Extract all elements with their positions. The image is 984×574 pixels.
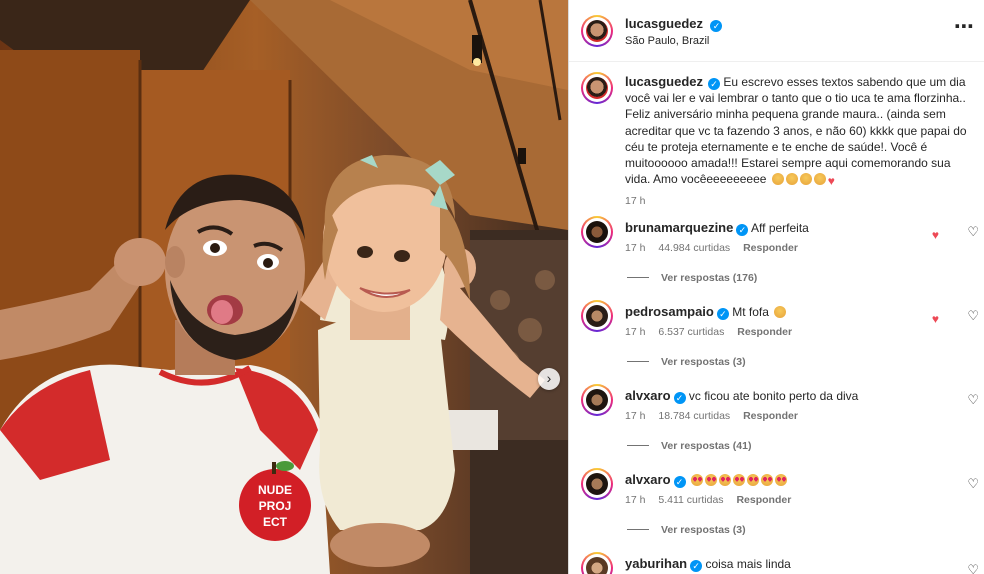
comment-likes[interactable]: 6.537 curtidas xyxy=(658,326,724,338)
like-comment-heart-icon[interactable]: ♡ xyxy=(967,392,979,408)
heart-eyes-icon xyxy=(704,474,717,486)
comment-text: coisa mais linda xyxy=(705,557,791,571)
comment-likes[interactable]: 5.411 curtidas xyxy=(658,494,723,506)
heart-eyes-icon xyxy=(690,474,703,486)
comment-body: pedrosampaio ✓ Mt fofa ♥ xyxy=(625,304,945,326)
comment-username[interactable]: pedrosampaio xyxy=(625,304,714,319)
author-username[interactable]: lucasguedez xyxy=(625,16,703,31)
view-replies-button[interactable]: Ver respostas (176) xyxy=(627,272,757,284)
heart-eyes-icon xyxy=(732,474,745,486)
post-location[interactable]: São Paulo, Brazil xyxy=(625,35,709,47)
reply-button[interactable]: Responder xyxy=(737,326,792,338)
comment-time: 17 h xyxy=(625,494,646,506)
view-replies-label: Ver respostas (3) xyxy=(661,356,746,368)
comment-text: Mt fofa xyxy=(732,305,769,319)
comment-text: Aff perfeita xyxy=(751,221,809,235)
teary-face-icon xyxy=(799,173,812,186)
comment-avatar[interactable] xyxy=(581,552,613,574)
comment-meta: 17 h 44.984 curtidas Responder xyxy=(625,242,808,254)
comment-item: alvxaro ✓ vc ficou ate bonito perto da di… xyxy=(569,384,984,468)
comment-time: 17 h xyxy=(625,410,646,422)
replies-divider xyxy=(627,277,649,278)
comment-meta: 17 h 5.411 curtidas Responder xyxy=(625,494,801,506)
comment-item: alvxaro ✓ 17 h 5.411 curtidas Responder ♡… xyxy=(569,468,984,552)
heart-eyes-icon xyxy=(774,474,787,486)
comment-body: alvxaro ✓ vc ficou ate bonito perto da di… xyxy=(625,388,945,404)
pink-heart-icon: ♥ xyxy=(931,312,939,326)
comment-meta: 17 h 18.784 curtidas Responder xyxy=(625,410,808,422)
caption-username[interactable]: lucasguedez xyxy=(625,74,703,89)
view-replies-button[interactable]: Ver respostas (3) xyxy=(627,524,746,536)
shirt-print-line-3: ECT xyxy=(263,515,288,529)
comment-likes[interactable]: 18.784 curtidas xyxy=(658,410,730,422)
verified-badge-icon: ✓ xyxy=(673,476,686,488)
verified-badge-icon: ✓ xyxy=(690,560,703,572)
pink-heart-icon: ♥ xyxy=(827,174,835,189)
comment-body: brunamarquezine ✓ Aff perfeita ♥ xyxy=(625,220,945,242)
reply-button[interactable]: Responder xyxy=(736,494,791,506)
comment-body: alvxaro ✓ xyxy=(625,472,945,488)
heart-eyes-icon xyxy=(718,474,731,486)
comment-avatar[interactable] xyxy=(581,300,613,332)
heart-eyes-icon xyxy=(760,474,773,486)
comment-time: 17 h xyxy=(625,242,646,254)
photo-illustration: NUDE PROJ ECT xyxy=(0,0,568,574)
replies-divider xyxy=(627,361,649,362)
teary-face-icon xyxy=(813,173,826,186)
comment-item: pedrosampaio ✓ Mt fofa ♥ 17 h 6.537 curti… xyxy=(569,300,984,384)
comment-item: brunamarquezine ✓ Aff perfeita ♥ 17 h 44.… xyxy=(569,216,984,300)
verified-badge-icon: ✓ xyxy=(710,20,723,32)
verified-badge-icon: ✓ xyxy=(708,78,721,90)
like-comment-heart-icon[interactable]: ♡ xyxy=(967,224,979,240)
comment-likes[interactable]: 44.984 curtidas xyxy=(658,242,730,254)
verified-badge-icon: ✓ xyxy=(716,308,729,320)
comment-avatar[interactable] xyxy=(581,216,613,248)
shirt-print-line-1: NUDE xyxy=(258,483,292,497)
view-replies-button[interactable]: Ver respostas (41) xyxy=(627,440,751,452)
post-photo: NUDE PROJ ECT › xyxy=(0,0,568,574)
comment-username[interactable]: yaburihan xyxy=(625,556,687,571)
comment-item: yaburihan ✓ coisa mais linda ♡ xyxy=(569,552,984,574)
caption-avatar[interactable] xyxy=(581,72,613,104)
author-name-row: lucasguedez ✓ xyxy=(625,15,723,33)
carousel-next-button[interactable]: › xyxy=(538,368,560,390)
view-replies-label: Ver respostas (176) xyxy=(661,272,758,284)
view-replies-button[interactable]: Ver respostas (3) xyxy=(627,356,746,368)
teary-face-icon xyxy=(785,173,798,186)
replies-divider xyxy=(627,445,649,446)
pink-heart-icon: ♥ xyxy=(931,228,939,242)
heart-eyes-icon xyxy=(746,474,759,486)
verified-badge-icon: ✓ xyxy=(736,224,749,236)
replies-divider xyxy=(627,529,649,530)
post-header: lucasguedez ✓ São Paulo, Brazil ⋯ xyxy=(569,0,984,62)
view-replies-label: Ver respostas (3) xyxy=(661,524,746,536)
like-comment-heart-icon[interactable]: ♡ xyxy=(967,476,979,492)
caption-time: 17 h xyxy=(625,195,646,208)
comment-username[interactable]: brunamarquezine xyxy=(625,220,733,235)
reply-button[interactable]: Responder xyxy=(743,410,798,422)
comment-time: 17 h xyxy=(625,326,646,338)
comment-body: yaburihan ✓ coisa mais linda xyxy=(625,556,945,572)
like-comment-heart-icon[interactable]: ♡ xyxy=(967,562,979,574)
like-comment-heart-icon[interactable]: ♡ xyxy=(967,308,979,324)
teary-face-icon xyxy=(771,173,784,186)
author-avatar[interactable] xyxy=(581,15,613,47)
comment-avatar[interactable] xyxy=(581,468,613,500)
teary-face-icon xyxy=(774,306,787,318)
more-options-icon[interactable]: ⋯ xyxy=(954,14,975,39)
shirt-print-line-2: PROJ xyxy=(259,499,292,513)
verified-badge-icon: ✓ xyxy=(673,392,686,404)
comment-username[interactable]: alvxaro xyxy=(625,472,671,487)
view-replies-label: Ver respostas (41) xyxy=(661,440,752,452)
comment-avatar[interactable] xyxy=(581,384,613,416)
post-caption: lucasguedez ✓ Eu escrevo esses textos sab… xyxy=(625,74,971,210)
comment-meta: 17 h 6.537 curtidas Responder xyxy=(625,326,802,338)
post-side-panel: lucasguedez ✓ São Paulo, Brazil ⋯ lucasg… xyxy=(568,0,984,574)
caption-text: Eu escrevo esses textos sabendo que um d… xyxy=(625,75,967,187)
comment-username[interactable]: alvxaro xyxy=(625,388,671,403)
comment-text: vc ficou ate bonito perto da diva xyxy=(688,389,859,403)
reply-button[interactable]: Responder xyxy=(743,242,798,254)
